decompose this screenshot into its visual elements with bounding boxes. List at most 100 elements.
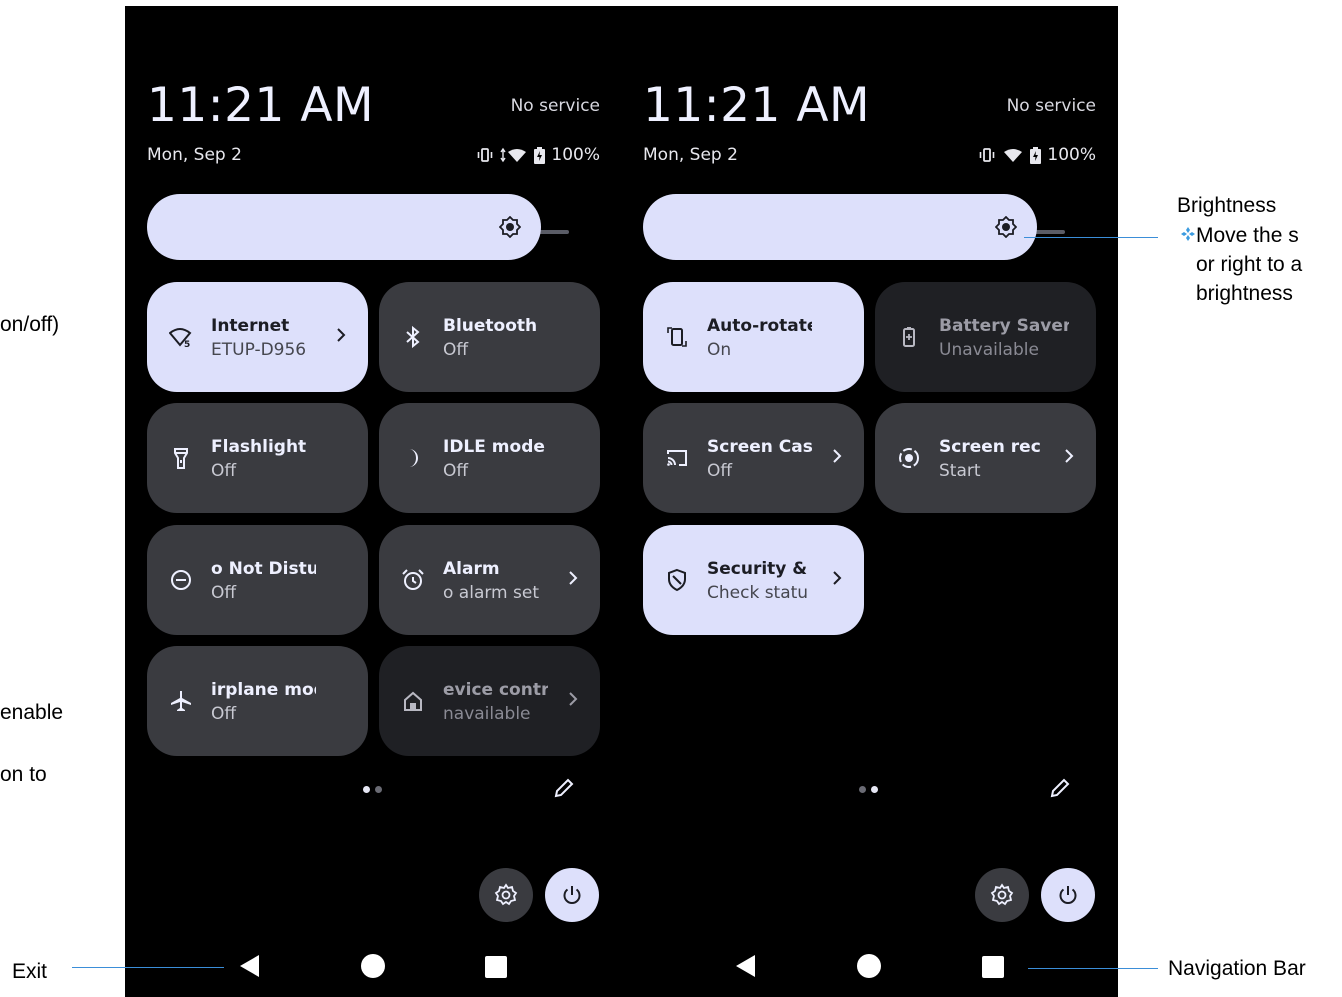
power-button[interactable] [545,868,599,922]
power-icon [1059,886,1077,904]
brightness-icon [499,216,521,238]
tile-subtitle: Off [211,461,237,481]
tile-title: Auto-rotate [707,316,812,336]
do-not-disturb-icon [171,570,191,590]
tile-title: Battery Saver [939,316,1069,336]
tile-do-not-disturb[interactable]: o Not Disturb Off [147,525,368,635]
tile-alarm[interactable]: Alarm o alarm set [379,525,600,635]
moon-icon [409,449,419,467]
tile-title: o Not Disturb [211,559,316,579]
flashlight-icon [174,448,188,469]
tile-bluetooth[interactable]: Bluetooth Off [379,282,600,392]
battery-percent: 100% [551,145,600,165]
quick-settings-panel-page2: 11:21 AM Mon, Sep 2 No service 100% Auto… [622,6,1118,997]
page-dot [859,786,866,793]
tile-device-controls[interactable]: evice contr navailable [379,646,600,756]
home-icon [404,691,422,711]
tile-airplane-mode[interactable]: irplane mode Off [147,646,368,756]
navigation-bar-callout-line [1028,968,1158,969]
tile-idle-mode[interactable]: IDLE mode Off [379,403,600,513]
tile-internet[interactable]: 5 Internet ETUP-D956 [147,282,368,392]
brightness-slider[interactable] [643,194,1037,260]
date: Mon, Sep 2 [147,145,242,165]
tile-subtitle: Off [707,461,733,481]
settings-button[interactable] [975,868,1029,922]
recents-button[interactable] [485,956,507,978]
chevron-right-icon [833,449,842,463]
edit-pencil-icon[interactable] [552,776,576,800]
tile-title: Screen Cas [707,437,812,457]
battery-percent: 100% [1047,145,1096,165]
annotation-fragment: on to [0,763,47,786]
tile-subtitle: On [707,340,732,360]
chevron-right-icon [1065,449,1074,463]
battery-icon [1030,146,1042,164]
tile-title: Flashlight [211,437,307,457]
tile-flashlight[interactable]: Flashlight Off [147,403,368,513]
tile-security-privacy[interactable]: Security & Check statu [643,525,864,635]
airplane-icon [171,691,191,711]
page-dot [375,786,382,793]
vibrate-icon [478,148,493,162]
tile-subtitle: Off [211,583,237,603]
page-dot-active [363,786,370,793]
home-button[interactable] [857,954,881,978]
rotate-icon [667,327,687,347]
home-button[interactable] [361,954,385,978]
annotation-fragment: enable [0,701,64,724]
edit-pencil-icon[interactable] [1048,776,1072,800]
back-button[interactable] [239,954,261,978]
power-button[interactable] [1041,868,1095,922]
shield-icon [668,568,686,592]
tile-screen-cast[interactable]: Screen Cas Off [643,403,864,513]
tile-subtitle: o alarm set [443,583,539,603]
alarm-icon [402,569,424,590]
gear-icon [990,883,1014,906]
tile-subtitle: Off [443,340,469,360]
recents-button[interactable] [982,956,1004,978]
brightness-heading: Brightness [1177,194,1277,217]
brightness-description-line: Move the s [1196,224,1299,247]
page-indicator [363,786,387,794]
quick-settings-panel-page1: 11:21 AM Mon, Sep 2 No service 100% 5 In… [125,6,622,997]
tile-subtitle: Off [443,461,469,481]
brightness-icon [995,216,1017,238]
brightness-slider[interactable] [147,194,541,260]
power-icon [563,886,581,904]
page-dot-active [871,786,878,793]
tile-battery-saver[interactable]: Battery Saver Unavailable [875,282,1096,392]
tile-title: IDLE mode [443,437,545,457]
settings-button[interactable] [479,868,533,922]
chevron-right-icon [569,692,578,706]
tile-title: Screen rec [939,437,1041,457]
chevron-right-icon [833,571,842,585]
tile-subtitle: Start [939,461,981,481]
tile-subtitle: Check statu [707,583,809,603]
brightness-description-line: or right to a [1196,253,1303,276]
vibrate-icon [980,148,995,162]
tile-subtitle: navailable [443,704,531,724]
status-icons: 100% [978,144,1096,166]
record-icon [899,448,919,468]
chevron-right-icon [337,328,346,342]
network-status: No service [510,96,600,116]
back-button[interactable] [735,954,757,978]
page-indicator [859,786,883,794]
tile-title: Security & [707,559,808,579]
tile-title: irplane mode [211,680,316,700]
exit-label: Exit [12,960,48,983]
wifi-signal-icon [500,147,527,163]
wifi-icon: 5 [169,328,192,349]
clock: 11:21 AM [643,78,871,133]
tile-title: Bluetooth [443,316,538,336]
tile-auto-rotate[interactable]: Auto-rotate On [643,282,864,392]
brightness-callout-line [1024,237,1158,238]
battery-icon [534,146,546,164]
tile-screen-record[interactable]: Screen rec Start [875,403,1096,513]
wifi-signal-icon [1004,149,1023,162]
tile-title: evice contr [443,680,548,700]
battery-saver-icon [903,327,915,347]
tile-subtitle: Off [211,704,237,724]
cast-icon [667,450,687,466]
gear-icon [494,883,518,906]
